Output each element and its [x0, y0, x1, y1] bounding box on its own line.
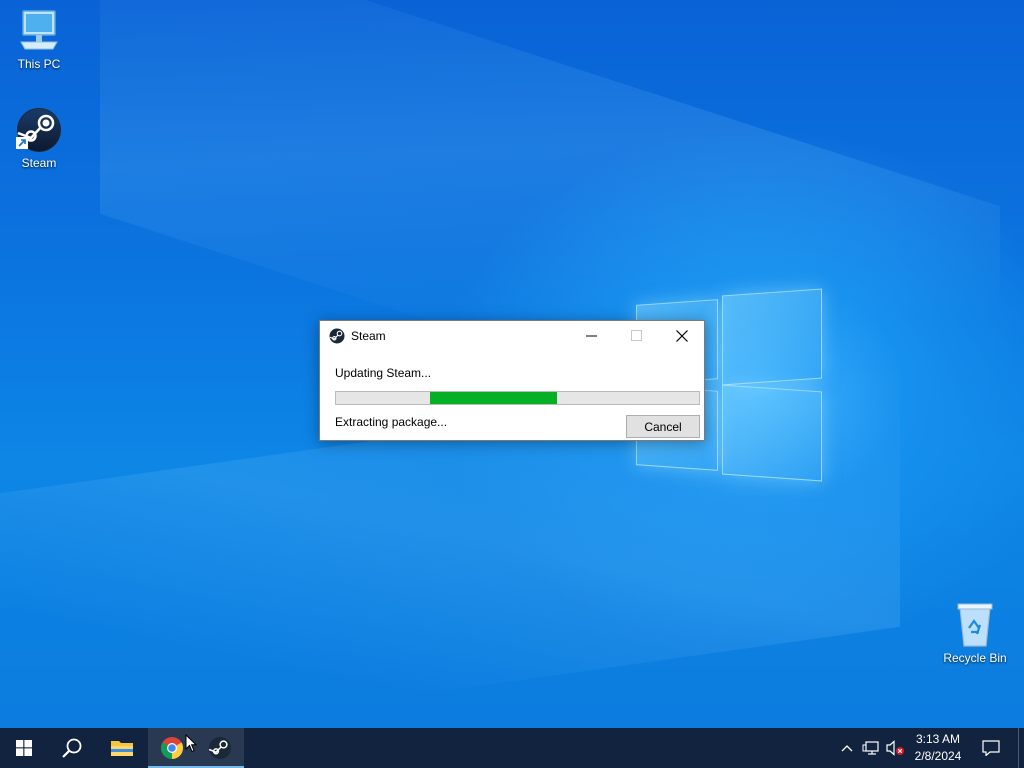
progress-fill — [430, 392, 557, 404]
windows-start-icon — [16, 740, 32, 756]
taskbar-chrome[interactable] — [148, 728, 196, 768]
chevron-up-icon — [841, 745, 853, 752]
search-icon — [62, 738, 82, 758]
maximize-icon — [630, 330, 642, 341]
cancel-button[interactable]: Cancel — [626, 415, 700, 438]
desktop-icon-this-pc[interactable]: This PC — [1, 8, 77, 71]
computer-icon — [20, 10, 58, 50]
folder-icon — [111, 741, 133, 756]
minimize-icon — [585, 335, 597, 337]
status-text: Updating Steam... — [335, 366, 432, 380]
steam-icon — [208, 737, 231, 759]
action-center-button[interactable] — [976, 728, 1006, 768]
notification-icon — [982, 740, 1000, 756]
steam-icon — [16, 108, 61, 152]
close-button[interactable] — [659, 321, 705, 350]
clock-date: 2/8/2024 — [914, 749, 962, 763]
show-desktop-button[interactable] — [1018, 728, 1024, 768]
update-progress-bar — [335, 391, 700, 405]
volume-muted-icon — [886, 740, 904, 756]
detail-text: Extracting package... — [335, 415, 448, 429]
volume-tray-button[interactable] — [884, 728, 906, 768]
close-icon — [676, 329, 688, 342]
taskbar-clock[interactable]: 3:13 AM 2/8/2024 — [906, 728, 970, 768]
desktop-icon-recycle-bin[interactable]: Recycle Bin — [937, 602, 1013, 665]
show-hidden-icons-button[interactable] — [838, 728, 856, 768]
taskbar-steam[interactable] — [196, 728, 244, 768]
recycle-bin-icon — [957, 603, 993, 647]
taskbar-file-explorer[interactable] — [98, 728, 146, 768]
minimize-button[interactable] — [568, 321, 614, 350]
chrome-icon — [161, 737, 183, 759]
search-button[interactable] — [48, 728, 96, 768]
desktop-icon-steam[interactable]: Steam — [1, 107, 77, 170]
steam-icon — [329, 328, 345, 343]
network-tray-button[interactable] — [860, 728, 882, 768]
steam-update-dialog: Steam Updating Steam... Extracting packa… — [319, 320, 705, 441]
network-icon — [862, 741, 879, 755]
clock-time: 3:13 AM — [915, 732, 961, 746]
start-button[interactable] — [0, 728, 48, 768]
taskbar: 3:13 AM 2/8/2024 — [0, 728, 1024, 768]
maximize-button — [613, 321, 659, 350]
dialog-title: Steam — [351, 328, 386, 343]
